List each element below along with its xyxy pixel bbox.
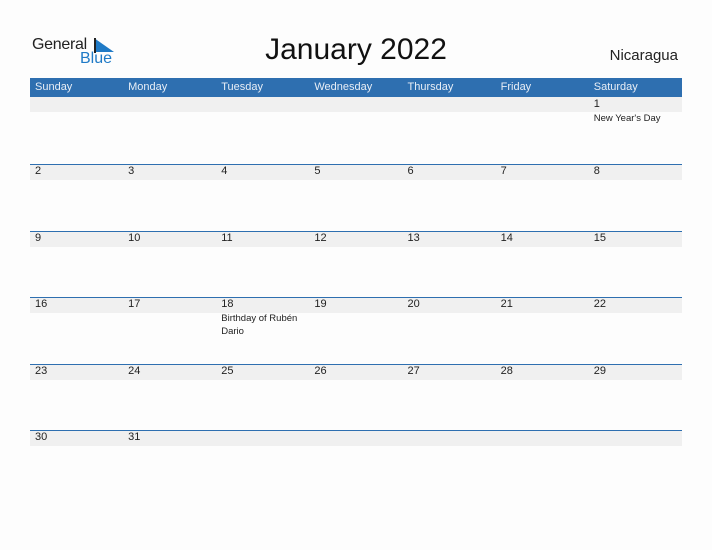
weekday-friday: Friday: [500, 81, 532, 93]
day-number: 11: [221, 232, 233, 244]
page-title: January 2022: [265, 33, 447, 66]
day-number: 14: [500, 232, 513, 244]
day-cell: 26: [309, 364, 402, 430]
day-number: 13: [407, 232, 420, 244]
weekday-header: Sunday Monday Tuesday Wednesday Thursday…: [30, 78, 682, 97]
day-number: 20: [407, 298, 420, 310]
day-number: 15: [593, 232, 606, 244]
day-cell: 17: [123, 297, 216, 363]
day-cell: [216, 97, 309, 163]
day-number: 7: [500, 165, 507, 177]
day-cell: 10: [123, 231, 216, 297]
day-cell: [403, 430, 496, 496]
day-cell: 22: [589, 297, 682, 363]
day-cell: 7: [496, 164, 589, 230]
day-number: 5: [314, 165, 321, 177]
day-cell: [403, 97, 496, 163]
day-cell: 13: [403, 231, 496, 297]
day-number: 8: [593, 165, 600, 177]
day-number: 22: [593, 298, 606, 310]
day-cell: 15: [589, 231, 682, 297]
weekday-sunday: Sunday: [35, 81, 73, 93]
day-cell: 30: [30, 430, 123, 496]
day-cell: 12: [309, 231, 402, 297]
calendar-week-row: 2 3 4 5 6 7 8: [30, 164, 682, 230]
day-cell: 1 New Year's Day: [589, 97, 682, 163]
day-number: 2: [35, 165, 42, 177]
day-cell: 19: [309, 297, 402, 363]
day-cell: 8: [589, 164, 682, 230]
day-number: 28: [500, 365, 513, 377]
day-cell: 27: [403, 364, 496, 430]
day-cell: 5: [309, 164, 402, 230]
day-cell: 9: [30, 231, 123, 297]
calendar-week-row: 30 31: [30, 430, 682, 496]
day-cell: 23: [30, 364, 123, 430]
holiday-label: New Year's Day: [593, 113, 661, 124]
day-cell: 21: [496, 297, 589, 363]
day-cell: [309, 97, 402, 163]
day-cell: 3: [123, 164, 216, 230]
day-number: 10: [128, 232, 141, 244]
day-cell: [589, 430, 682, 496]
day-number: 12: [314, 232, 327, 244]
day-number: 23: [35, 365, 48, 377]
day-cell: 20: [403, 297, 496, 363]
day-cell: 6: [403, 164, 496, 230]
day-number: 3: [128, 165, 135, 177]
day-cell: 25: [216, 364, 309, 430]
day-cell: [309, 430, 402, 496]
weekday-wednesday: Wednesday: [314, 81, 373, 93]
day-cell: [123, 97, 216, 163]
day-number: 18: [221, 298, 234, 310]
day-number: 9: [35, 232, 42, 244]
day-number: 19: [314, 298, 327, 310]
weekday-thursday: Thursday: [407, 81, 454, 93]
day-cell: [216, 430, 309, 496]
day-cell: 4: [216, 164, 309, 230]
day-cell: 11: [216, 231, 309, 297]
day-number: 29: [593, 365, 606, 377]
day-number: 26: [314, 365, 327, 377]
day-number: 4: [221, 165, 228, 177]
day-number: 25: [221, 365, 234, 377]
day-cell: 14: [496, 231, 589, 297]
weekday-saturday: Saturday: [593, 81, 638, 93]
day-cell: 24: [123, 364, 216, 430]
day-number: 17: [128, 298, 141, 310]
calendar-week-row: 23 24 25 26 27 28 29: [30, 364, 682, 430]
day-number: 21: [500, 298, 513, 310]
day-cell: 31: [123, 430, 216, 496]
day-number: 16: [35, 298, 48, 310]
day-cell: [30, 97, 123, 163]
day-cell: [496, 430, 589, 496]
holiday-label: Birthday of Rubén Dario: [221, 313, 298, 337]
day-number: 30: [35, 431, 48, 443]
day-cell: 2: [30, 164, 123, 230]
day-number: 6: [407, 165, 414, 177]
day-cell: 29: [589, 364, 682, 430]
day-number: 31: [128, 431, 141, 443]
day-number: 27: [407, 365, 420, 377]
calendar-week-row: 16 17 18 Birthday of Rubén Dario 19 20 21 22: [30, 297, 682, 363]
day-number: 1: [593, 98, 600, 110]
day-cell: 16: [30, 297, 123, 363]
weekday-tuesday: Tuesday: [221, 81, 264, 93]
calendar-week-row: 9 10 11 12 13 14 15: [30, 231, 682, 297]
day-number: 24: [128, 365, 141, 377]
day-cell: [496, 97, 589, 163]
weekday-monday: Monday: [128, 81, 168, 93]
country-label: Nicaragua: [609, 47, 678, 64]
calendar-week-row: 1 New Year's Day: [30, 97, 682, 163]
day-cell: 28: [496, 364, 589, 430]
day-cell: 18 Birthday of Rubén Dario: [216, 297, 309, 363]
